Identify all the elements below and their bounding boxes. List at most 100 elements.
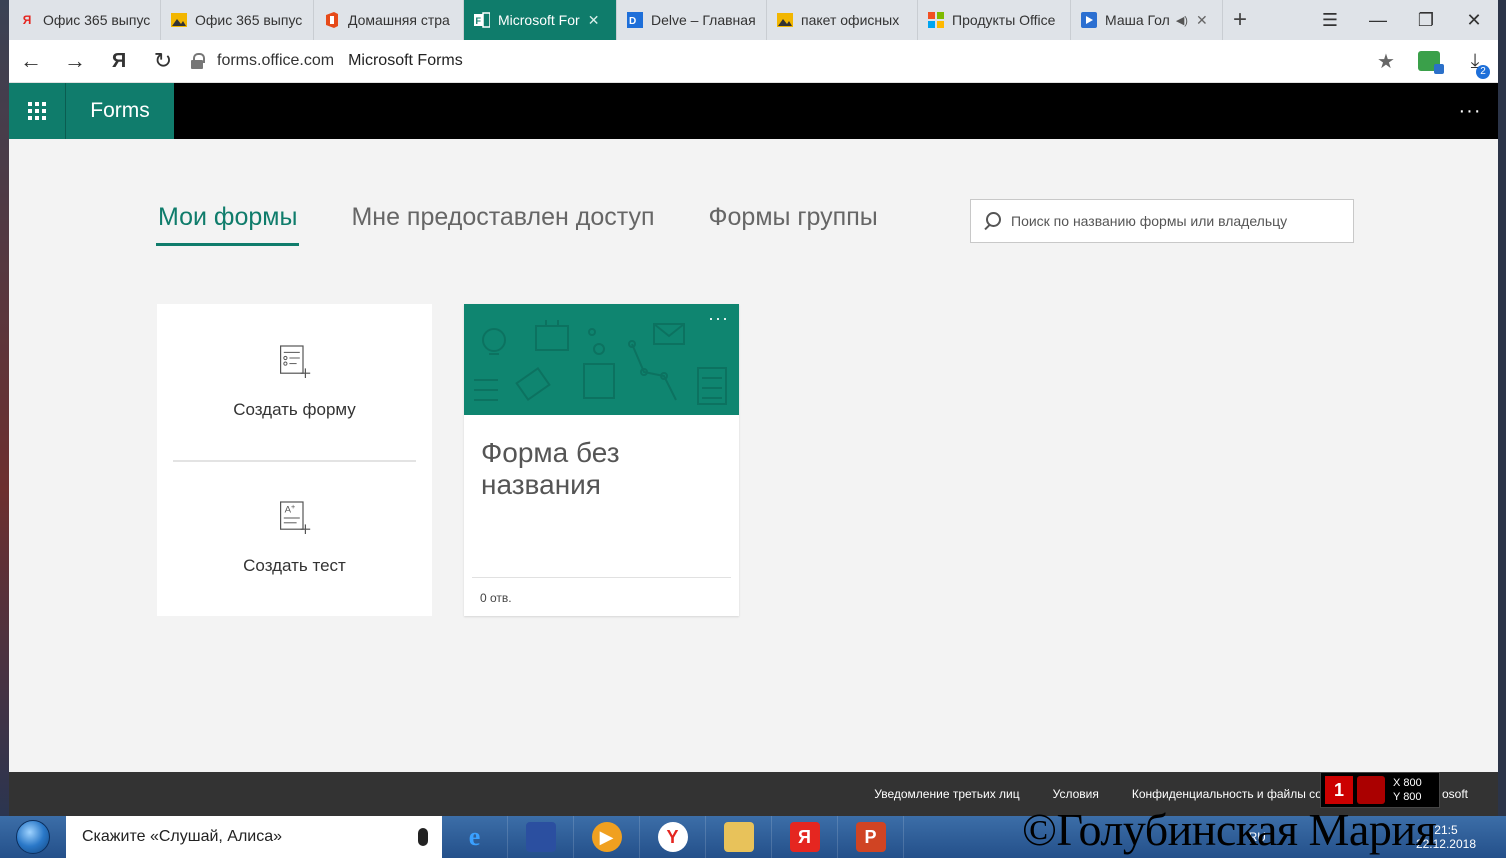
desktop-edge-left <box>0 0 9 816</box>
create-form-button[interactable]: Создать форму <box>157 304 432 460</box>
taskbar-yandex-browser[interactable]: Y <box>640 816 706 858</box>
create-quiz-label: Создать тест <box>243 556 346 575</box>
browser-tab[interactable]: пакет офисных <box>767 0 918 40</box>
forward-button[interactable]: → <box>53 40 97 83</box>
author-watermark: ©Голубинская Мария <box>1022 804 1437 855</box>
new-form-card: Создать форму A + Создать тест <box>157 304 432 616</box>
tab-label: Delve – Главная <box>651 12 756 28</box>
tab-label: Маша Гол <box>1105 12 1170 28</box>
image-icon <box>777 12 793 28</box>
browser-tab[interactable]: D Delve – Главная <box>617 0 767 40</box>
tab-label: Microsoft For <box>498 12 580 28</box>
window-controls: ☰ — ❐ ✕ <box>1306 0 1498 40</box>
search-icon <box>983 212 1001 230</box>
folder-icon <box>723 822 754 852</box>
minimize-icon[interactable]: — <box>1354 0 1402 40</box>
taskbar-powerpoint[interactable]: P <box>838 816 904 858</box>
yandex-home-icon[interactable]: Я <box>97 40 141 83</box>
alice-prompt: Скажите «Слушай, Алиса» <box>82 828 283 845</box>
address-bar: ← → Я ↻ forms.office.com Microsoft Forms… <box>9 40 1498 83</box>
svg-text:+: + <box>291 502 295 511</box>
url-field[interactable]: forms.office.com Microsoft Forms <box>185 45 1366 78</box>
url-domain: forms.office.com <box>217 52 335 69</box>
taskbar-explorer[interactable] <box>706 816 772 858</box>
downloads-button[interactable]: ⤓ 2 <box>1452 50 1498 79</box>
close-tab-icon[interactable]: ✕ <box>588 12 600 29</box>
footer-link-microsoft[interactable]: osoft <box>1442 787 1468 801</box>
tab-label: Домашняя стра <box>348 12 450 28</box>
browser-tab[interactable]: Домашняя стра <box>314 0 464 40</box>
page-title: Microsoft Forms <box>348 52 463 69</box>
footer-link-third-party[interactable]: Уведомление третьих лиц <box>874 787 1019 801</box>
tab-my-forms[interactable]: Мои формы <box>155 203 300 246</box>
extension-button[interactable] <box>1406 51 1452 74</box>
search-input[interactable] <box>1011 213 1341 229</box>
browser-tab[interactable]: Я Офис 365 выпус <box>9 0 161 40</box>
divider <box>472 577 731 578</box>
delve-icon: D <box>627 12 643 28</box>
svg-text:D: D <box>629 16 636 27</box>
microphone-icon[interactable] <box>418 828 428 846</box>
ie-icon: e <box>468 822 481 851</box>
image-icon <box>171 12 187 28</box>
taskbar-media[interactable]: ▶ <box>574 816 640 858</box>
form-card-title: Форма без названия <box>481 437 620 500</box>
browser-tab[interactable]: Маша Гол ◀︎) ✕ <box>1071 0 1223 40</box>
tab-label: Офис 365 выпус <box>43 12 150 28</box>
footer-link-terms[interactable]: Условия <box>1053 787 1099 801</box>
forms-icon: F <box>474 12 490 28</box>
back-button[interactable]: ← <box>9 40 53 83</box>
app-launcher-button[interactable] <box>9 83 65 139</box>
hand-icon <box>1357 776 1385 804</box>
media-player-icon: ▶ <box>591 822 622 852</box>
bookmark-star-icon[interactable]: ★ <box>1366 49 1406 74</box>
tab-label: пакет офисных <box>801 12 900 28</box>
new-tab-button[interactable]: + <box>1223 0 1257 40</box>
lock-icon <box>191 53 205 69</box>
yandex-browser-icon: Y <box>657 822 688 852</box>
overlay-badge-icon: 1 <box>1325 776 1353 804</box>
taskbar-ie[interactable]: e <box>442 816 508 858</box>
yandex-icon: Я <box>22 13 32 27</box>
y-readout: Y 800 <box>1393 791 1422 803</box>
browser-tab[interactable]: Продукты Office <box>918 0 1071 40</box>
reload-icon[interactable]: ↻ <box>141 40 185 83</box>
forms-brand[interactable]: Forms <box>65 83 174 139</box>
extension-icon <box>1418 51 1444 74</box>
floppy-icon <box>525 822 556 852</box>
start-button[interactable] <box>0 816 66 858</box>
browser-tab-bar: Я Офис 365 выпус Офис 365 выпус Домашняя… <box>9 0 1498 40</box>
footer-link-privacy[interactable]: Конфиденциальность и файлы со <box>1132 787 1322 801</box>
video-icon <box>1081 12 1097 28</box>
browser-tab[interactable]: Офис 365 выпус <box>161 0 314 40</box>
waffle-icon <box>28 102 46 120</box>
desktop-edge-right <box>1498 0 1506 816</box>
form-card-more-button[interactable]: ··· <box>708 308 729 329</box>
restore-icon[interactable]: ❐ <box>1402 0 1450 40</box>
forms-header: Forms ··· <box>9 83 1498 139</box>
speaker-icon[interactable]: ◀︎) <box>1176 14 1188 27</box>
windows-orb-icon <box>16 820 50 854</box>
taskbar-save[interactable] <box>508 816 574 858</box>
tab-label: Офис 365 выпус <box>195 12 303 28</box>
create-form-label: Создать форму <box>233 400 356 419</box>
close-tab-icon[interactable]: ✕ <box>1196 12 1208 29</box>
form-card[interactable]: ··· Форма без названия 0 отв. <box>464 304 739 616</box>
menu-icon[interactable]: ☰ <box>1306 0 1354 40</box>
microsoft-icon <box>928 12 944 28</box>
banner-pattern-icon <box>474 320 727 405</box>
browser-tab-active[interactable]: F Microsoft For ✕ <box>464 0 617 40</box>
tab-shared-with-me[interactable]: Мне предоставлен доступ <box>351 203 654 242</box>
alice-search-box[interactable]: Скажите «Слушай, Алиса» <box>66 816 442 858</box>
yandex-icon: Я <box>789 822 820 852</box>
new-quiz-icon: A + <box>279 501 310 534</box>
x-readout: X 800 <box>1393 777 1422 789</box>
create-quiz-button[interactable]: A + Создать тест <box>157 460 432 616</box>
powerpoint-icon: P <box>855 822 886 852</box>
time: 21:5 <box>1434 823 1458 837</box>
close-window-icon[interactable]: ✕ <box>1450 0 1498 40</box>
tab-group-forms[interactable]: Формы группы <box>709 203 878 242</box>
coordinate-readout: X 800 Y 800 <box>1393 776 1422 804</box>
header-more-button[interactable]: ··· <box>1442 100 1498 123</box>
taskbar-yandex[interactable]: Я <box>772 816 838 858</box>
